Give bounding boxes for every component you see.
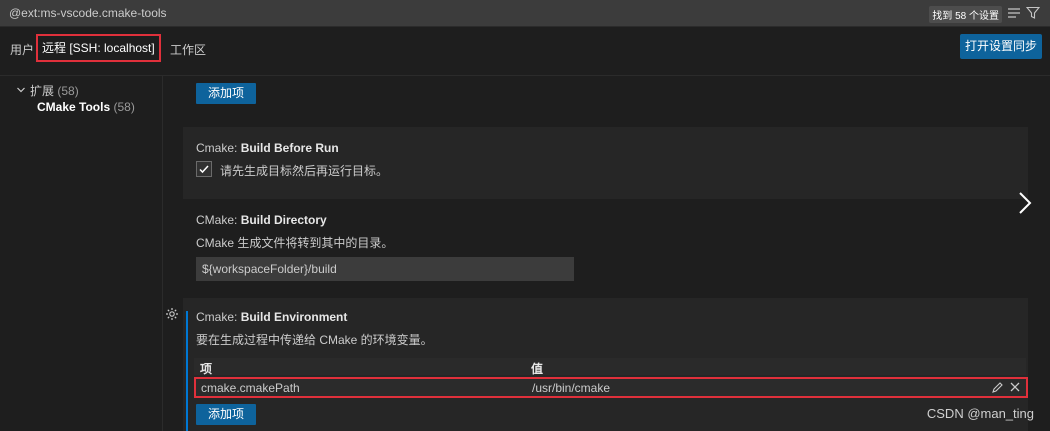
add-item-button[interactable]: 添加项 — [196, 404, 257, 425]
header-key: 项 — [200, 362, 213, 376]
setting-name: Build Environment — [240, 310, 348, 324]
setting-name: Build Directory — [240, 213, 327, 227]
chevron-down-icon — [17, 87, 25, 93]
setting-title: CMake: Build Directory — [196, 213, 327, 227]
open-settings-sync-button[interactable]: 打开设置同步 — [959, 34, 1042, 59]
setting-description: 要在生成过程中传递给 CMake 的环境变量。 — [196, 333, 433, 347]
edit-icon[interactable] — [991, 381, 1004, 394]
settings-toc: 扩展 (58) CMake Tools (58) — [0, 76, 163, 431]
setting-category: Cmake: — [196, 141, 241, 155]
add-item-button-top[interactable]: 添加项 — [196, 83, 257, 104]
toc-extensions-count: (58) — [57, 84, 79, 98]
search-input[interactable]: @ext:ms-vscode.cmake-tools — [9, 6, 167, 20]
toc-cmake-count: (58) — [113, 100, 135, 114]
setting-name: Build Before Run — [240, 141, 339, 155]
checkmark-icon — [199, 165, 209, 174]
setting-build-before-run: Cmake: Build Before Run 请先生成目标然后再运行目标。 — [183, 127, 1028, 199]
setting-category: Cmake: — [196, 310, 241, 324]
tab-remote[interactable]: 远程 [SSH: localhost] — [36, 34, 161, 62]
env-value: /usr/bin/cmake — [532, 381, 611, 395]
setting-title: Cmake: Build Environment — [196, 310, 347, 324]
tab-workspace[interactable]: 工作区 — [170, 41, 206, 58]
toc-item-cmake-tools[interactable]: CMake Tools (58) — [37, 100, 135, 114]
header-value: 值 — [531, 362, 544, 376]
setting-category: CMake: — [196, 213, 241, 227]
toc-extensions-label: 扩展 — [30, 84, 55, 98]
toc-cmake-label: CMake Tools — [37, 100, 111, 114]
build-before-run-checkbox[interactable] — [196, 161, 212, 177]
settings-scope-tabs: 用户 远程 [SSH: localhost] 工作区 打开设置同步 — [0, 27, 1050, 69]
tab-user[interactable]: 用户 — [10, 41, 34, 58]
toc-item-extensions[interactable]: 扩展 (58) — [16, 82, 79, 99]
close-icon[interactable] — [1009, 381, 1021, 393]
result-count-badge: 找到 58 个设置 — [929, 6, 1002, 23]
filter-icon[interactable] — [1026, 6, 1040, 20]
gear-icon[interactable] — [165, 307, 179, 321]
setting-build-directory: CMake: Build Directory CMake 生成文件将转到其中的目… — [183, 201, 1028, 296]
env-key: cmake.cmakePath — [201, 381, 300, 395]
table-row[interactable]: cmake.cmakePath /usr/bin/cmake — [194, 377, 1028, 398]
watermark: CSDN @man_ting — [926, 406, 1034, 421]
build-directory-input[interactable]: ${workspaceFolder}/build — [196, 257, 574, 281]
setting-description: 请先生成目标然后再运行目标。 — [220, 164, 389, 178]
env-table-header: 项 值 — [194, 358, 1026, 376]
clear-filter-icon[interactable] — [1007, 6, 1021, 20]
settings-search-bar[interactable]: @ext:ms-vscode.cmake-tools 找到 58 个设置 — [0, 0, 1050, 27]
chevron-right-icon[interactable] — [1016, 190, 1034, 216]
setting-description: CMake 生成文件将转到其中的目录。 — [196, 236, 394, 250]
setting-title: Cmake: Build Before Run — [196, 141, 339, 155]
focus-indicator — [186, 311, 188, 431]
